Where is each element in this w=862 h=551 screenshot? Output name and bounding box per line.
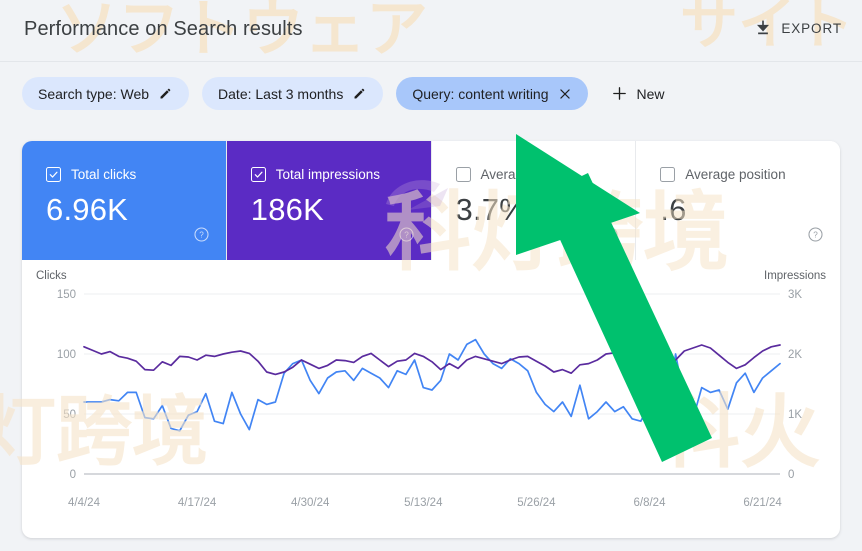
metric-head: Average CTR: [455, 167, 616, 182]
svg-text:0: 0: [70, 469, 76, 481]
chip-search-type[interactable]: Search type: Web: [22, 77, 190, 110]
checkbox-average-ctr[interactable]: [455, 167, 471, 182]
svg-text:?: ?: [199, 231, 204, 240]
metric-value-average-ctr: 3.7%: [455, 192, 527, 227]
svg-text:2K: 2K: [788, 349, 802, 361]
svg-text:5/13/24: 5/13/24: [404, 497, 443, 509]
performance-chart[interactable]: Clicks Impressions 0 0 50 1K 100 2K 150 3K 4/4/2…: [22, 260, 840, 538]
pencil-icon: [354, 88, 365, 99]
svg-text:4/30/24: 4/30/24: [291, 497, 330, 509]
metric-tile-average-ctr[interactable]: Average CTR 3.7% ?: [431, 141, 637, 260]
app-root: ソフトウェア サイト 灯跨境 科火 科灯跨境 Performance on Se…: [0, 0, 862, 551]
svg-text:0: 0: [788, 469, 794, 481]
metric-head: Average position: [660, 167, 820, 182]
chip-date-range-label: Date: Last 3 months: [218, 85, 344, 102]
page-title: Performance on Search results: [24, 18, 303, 40]
metric-value-total-clicks: 6.96K: [46, 192, 129, 227]
metric-label-average-position: Average position: [685, 167, 786, 182]
metric-head: Total impressions: [250, 167, 411, 182]
chip-date-range[interactable]: Date: Last 3 months: [202, 77, 384, 110]
svg-text:?: ?: [608, 231, 613, 240]
download-icon: [757, 20, 770, 35]
help-icon[interactable]: ?: [807, 226, 824, 248]
checkbox-average-position[interactable]: [660, 167, 676, 182]
svg-text:4/4/24: 4/4/24: [68, 497, 101, 509]
help-icon[interactable]: ?: [193, 226, 210, 248]
metric-head: Total clicks: [46, 167, 206, 182]
chip-query-label: Query: content writing: [412, 85, 549, 102]
chip-search-type-label: Search type: Web: [38, 85, 150, 102]
svg-text:150: 150: [57, 289, 76, 301]
svg-text:3K: 3K: [788, 289, 802, 301]
svg-text:50: 50: [63, 409, 76, 421]
help-icon[interactable]: ?: [398, 226, 415, 248]
plus-icon: [612, 87, 626, 100]
performance-card: Total clicks 6.96K ? Total impressions 1…: [22, 141, 840, 538]
new-filter-button[interactable]: New: [611, 85, 665, 102]
metric-label-average-ctr: Average CTR: [480, 167, 563, 182]
svg-text:5/26/24: 5/26/24: [517, 497, 556, 509]
export-label: EXPORT: [781, 20, 842, 36]
help-icon[interactable]: ?: [602, 226, 619, 248]
header-divider: [0, 61, 862, 62]
svg-text:?: ?: [404, 231, 409, 240]
filter-chip-bar: Search type: Web Date: Last 3 months Que…: [22, 77, 665, 110]
chart-svg: 0 0 50 1K 100 2K 150 3K 4/4/24 4/17/24 4/30/24 5/13…: [57, 289, 803, 509]
svg-text:6/8/24: 6/8/24: [634, 497, 667, 509]
metric-value-average-position: .6: [660, 192, 687, 227]
metric-tiles: Total clicks 6.96K ? Total impressions 1…: [22, 141, 840, 260]
svg-text:1K: 1K: [788, 409, 802, 421]
svg-text:100: 100: [57, 349, 76, 361]
checkbox-total-impressions[interactable]: [250, 167, 266, 182]
export-button[interactable]: EXPORT: [754, 19, 842, 37]
metric-label-total-impressions: Total impressions: [275, 167, 381, 182]
page-header: Performance on Search results EXPORT: [0, 0, 862, 62]
svg-text:?: ?: [813, 231, 818, 240]
metric-tile-total-clicks[interactable]: Total clicks 6.96K ?: [22, 141, 227, 260]
metric-tile-total-impressions[interactable]: Total impressions 186K ?: [226, 141, 432, 260]
metric-tile-average-position[interactable]: Average position .6 ?: [636, 141, 840, 260]
close-icon[interactable]: [558, 87, 572, 101]
svg-text:4/17/24: 4/17/24: [178, 497, 217, 509]
metric-label-total-clicks: Total clicks: [71, 167, 137, 182]
checkbox-total-clicks[interactable]: [46, 167, 61, 182]
chip-query[interactable]: Query: content writing: [396, 77, 588, 110]
pencil-icon: [160, 88, 171, 99]
metric-value-total-impressions: 186K: [250, 192, 324, 227]
svg-text:6/21/24: 6/21/24: [743, 497, 782, 509]
new-filter-label: New: [636, 85, 665, 102]
